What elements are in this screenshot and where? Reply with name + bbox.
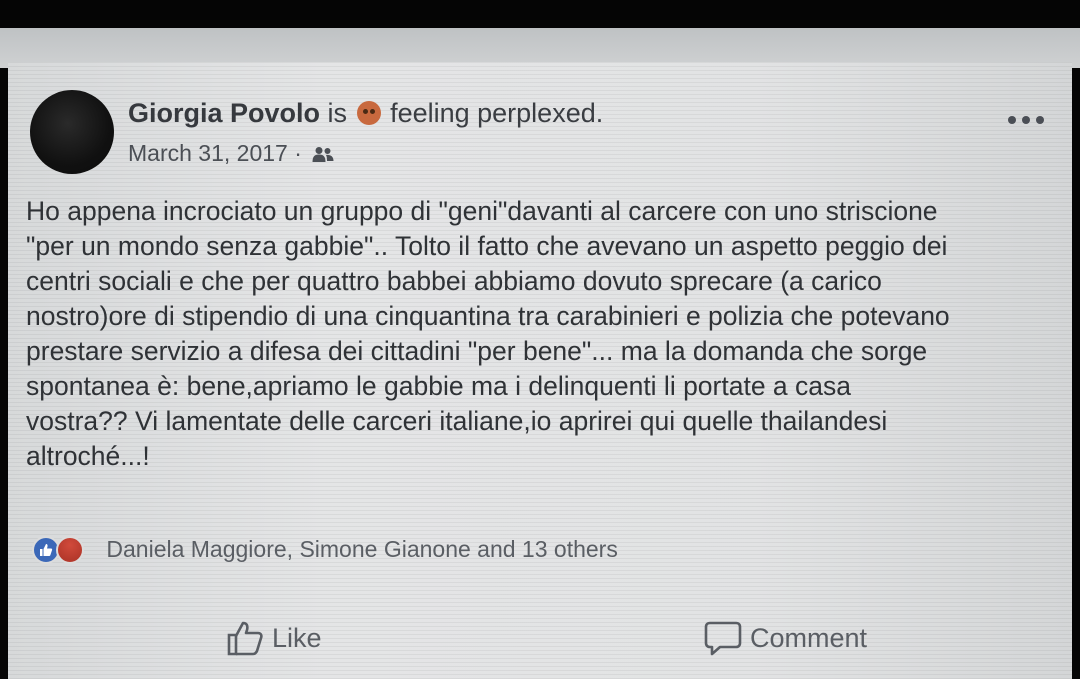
author-name[interactable]: Giorgia Povolo [128,98,320,128]
post-date[interactable]: March 31, 2017 [128,140,288,166]
post-line: centri sociali e che per quattro babbei … [26,266,882,296]
avatar[interactable] [30,90,114,174]
post-line: nostro)ore di stipendio di una cinquanti… [26,301,950,331]
more-dot-icon [1022,116,1030,124]
action-bar: Like Comment [8,612,1072,664]
post-header: Giorgia Povolo is feeling perplexed. [128,98,603,129]
post-meta: March 31, 2017 · [128,140,334,170]
comment-bubble-icon [704,621,742,656]
screenshot: Giorgia Povolo is feeling perplexed. Mar… [0,0,1080,679]
thumbs-up-icon [227,621,263,656]
reaction-icons [32,536,96,564]
more-options-button[interactable] [1008,114,1044,126]
reactions-text: Daniela Maggiore, Simone Gianone and 13 … [106,536,618,562]
more-dot-icon [1008,116,1016,124]
post-line: altroché...! [26,441,150,471]
post-line: prestare servizio a difesa dei cittadini… [26,336,928,366]
is-text: is [327,98,348,128]
friends-icon[interactable] [312,143,334,170]
post-body: Ho appena incrociato un gruppo di "geni"… [26,194,1056,474]
more-dot-icon [1036,116,1044,124]
post-line: "per un mondo senza gabbie".. Tolto il f… [26,231,948,261]
like-label: Like [272,622,322,653]
angry-icon [56,536,84,564]
like-button[interactable]: Like [226,612,322,664]
post-line: Ho appena incrociato un gruppo di "geni"… [26,196,938,226]
perplexed-emoji-icon [356,101,381,125]
post-line: vostra?? Vi lamentate delle carceri ital… [26,406,888,436]
comment-label: Comment [750,622,868,653]
date-separator: · [294,140,302,166]
reactions-summary[interactable]: Daniela Maggiore, Simone Gianone and 13 … [32,536,618,564]
comment-button[interactable]: Comment [704,612,867,664]
post-card: Giorgia Povolo is feeling perplexed. Mar… [8,62,1072,679]
feeling-text: feeling perplexed. [390,98,604,128]
post-line: spontanea è: bene,apriamo le gabbie ma i… [26,371,852,401]
